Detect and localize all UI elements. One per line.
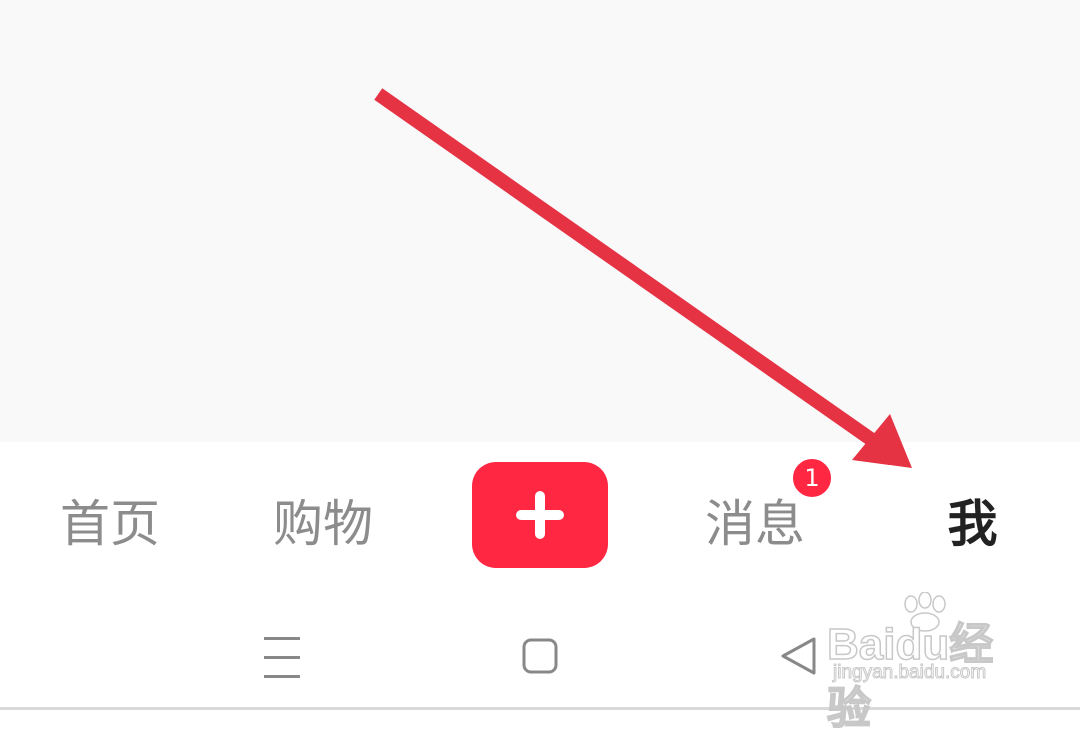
publish-button[interactable]	[472, 462, 608, 568]
menu-button[interactable]	[252, 620, 312, 680]
back-button[interactable]	[768, 620, 828, 680]
bottom-tab-bar: 首页 购物 消息 1 我	[0, 442, 1080, 592]
tab-me[interactable]: 我	[920, 480, 1025, 560]
home-button[interactable]	[510, 620, 570, 680]
message-badge: 1	[790, 456, 834, 500]
plus-icon	[516, 491, 564, 539]
home-square-icon	[522, 638, 558, 674]
tab-home[interactable]: 首页	[45, 480, 175, 560]
tab-shopping[interactable]: 购物	[258, 480, 388, 560]
content-area	[0, 0, 1080, 442]
menu-icon	[264, 637, 300, 678]
baidu-watermark: Baidu经验 jingyan.baidu.com	[825, 592, 1035, 734]
watermark-url: jingyan.baidu.com	[832, 662, 987, 684]
back-triangle-icon	[781, 637, 816, 675]
